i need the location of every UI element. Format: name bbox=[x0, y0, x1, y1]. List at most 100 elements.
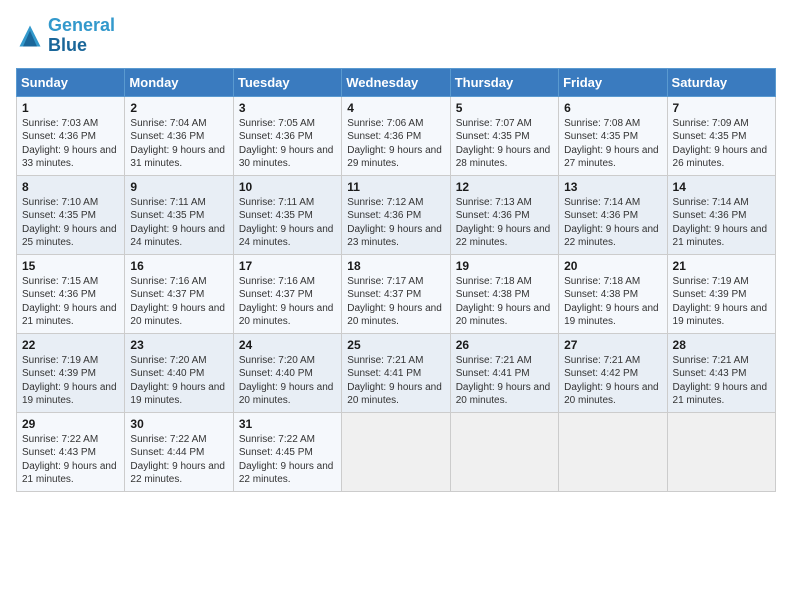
calendar-day-cell: 28 Sunrise: 7:21 AM Sunset: 4:43 PM Dayl… bbox=[667, 333, 775, 412]
calendar-day-cell: 27 Sunrise: 7:21 AM Sunset: 4:42 PM Dayl… bbox=[559, 333, 667, 412]
day-info: Sunrise: 7:22 AM Sunset: 4:45 PM Dayligh… bbox=[239, 433, 336, 487]
day-info: Sunrise: 7:22 AM Sunset: 4:44 PM Dayligh… bbox=[130, 433, 227, 487]
calendar-day-cell: 24 Sunrise: 7:20 AM Sunset: 4:40 PM Dayl… bbox=[233, 333, 341, 412]
day-number: 5 bbox=[456, 101, 553, 115]
day-info: Sunrise: 7:06 AM Sunset: 4:36 PM Dayligh… bbox=[347, 117, 444, 171]
day-info: Sunrise: 7:13 AM Sunset: 4:36 PM Dayligh… bbox=[456, 196, 553, 250]
day-number: 31 bbox=[239, 417, 336, 431]
calendar-day-cell: 19 Sunrise: 7:18 AM Sunset: 4:38 PM Dayl… bbox=[450, 254, 558, 333]
day-info: Sunrise: 7:16 AM Sunset: 4:37 PM Dayligh… bbox=[130, 275, 227, 329]
calendar-week-row: 29 Sunrise: 7:22 AM Sunset: 4:43 PM Dayl… bbox=[17, 412, 776, 491]
calendar-day-cell: 31 Sunrise: 7:22 AM Sunset: 4:45 PM Dayl… bbox=[233, 412, 341, 491]
calendar-day-cell: 21 Sunrise: 7:19 AM Sunset: 4:39 PM Dayl… bbox=[667, 254, 775, 333]
calendar-day-cell bbox=[342, 412, 450, 491]
calendar-day-cell: 12 Sunrise: 7:13 AM Sunset: 4:36 PM Dayl… bbox=[450, 175, 558, 254]
day-info: Sunrise: 7:20 AM Sunset: 4:40 PM Dayligh… bbox=[239, 354, 336, 408]
day-number: 23 bbox=[130, 338, 227, 352]
calendar-week-row: 15 Sunrise: 7:15 AM Sunset: 4:36 PM Dayl… bbox=[17, 254, 776, 333]
calendar-table: SundayMondayTuesdayWednesdayThursdayFrid… bbox=[16, 68, 776, 492]
calendar-day-cell: 13 Sunrise: 7:14 AM Sunset: 4:36 PM Dayl… bbox=[559, 175, 667, 254]
day-info: Sunrise: 7:04 AM Sunset: 4:36 PM Dayligh… bbox=[130, 117, 227, 171]
day-number: 26 bbox=[456, 338, 553, 352]
calendar-day-cell: 6 Sunrise: 7:08 AM Sunset: 4:35 PM Dayli… bbox=[559, 96, 667, 175]
day-info: Sunrise: 7:21 AM Sunset: 4:41 PM Dayligh… bbox=[456, 354, 553, 408]
day-number: 18 bbox=[347, 259, 444, 273]
calendar-day-cell: 26 Sunrise: 7:21 AM Sunset: 4:41 PM Dayl… bbox=[450, 333, 558, 412]
day-number: 3 bbox=[239, 101, 336, 115]
calendar-day-cell bbox=[667, 412, 775, 491]
day-info: Sunrise: 7:17 AM Sunset: 4:37 PM Dayligh… bbox=[347, 275, 444, 329]
day-number: 19 bbox=[456, 259, 553, 273]
day-number: 10 bbox=[239, 180, 336, 194]
day-number: 21 bbox=[673, 259, 770, 273]
day-number: 22 bbox=[22, 338, 119, 352]
calendar-day-cell bbox=[450, 412, 558, 491]
day-number: 17 bbox=[239, 259, 336, 273]
calendar-day-cell: 17 Sunrise: 7:16 AM Sunset: 4:37 PM Dayl… bbox=[233, 254, 341, 333]
calendar-day-cell: 11 Sunrise: 7:12 AM Sunset: 4:36 PM Dayl… bbox=[342, 175, 450, 254]
logo-icon bbox=[16, 22, 44, 50]
day-number: 4 bbox=[347, 101, 444, 115]
day-info: Sunrise: 7:21 AM Sunset: 4:42 PM Dayligh… bbox=[564, 354, 661, 408]
day-info: Sunrise: 7:22 AM Sunset: 4:43 PM Dayligh… bbox=[22, 433, 119, 487]
day-number: 20 bbox=[564, 259, 661, 273]
day-number: 25 bbox=[347, 338, 444, 352]
calendar-day-cell: 23 Sunrise: 7:20 AM Sunset: 4:40 PM Dayl… bbox=[125, 333, 233, 412]
calendar-day-cell: 1 Sunrise: 7:03 AM Sunset: 4:36 PM Dayli… bbox=[17, 96, 125, 175]
day-info: Sunrise: 7:07 AM Sunset: 4:35 PM Dayligh… bbox=[456, 117, 553, 171]
calendar-day-cell: 4 Sunrise: 7:06 AM Sunset: 4:36 PM Dayli… bbox=[342, 96, 450, 175]
day-info: Sunrise: 7:11 AM Sunset: 4:35 PM Dayligh… bbox=[239, 196, 336, 250]
page-header: General Blue bbox=[16, 16, 776, 56]
calendar-day-cell: 10 Sunrise: 7:11 AM Sunset: 4:35 PM Dayl… bbox=[233, 175, 341, 254]
calendar-day-cell: 16 Sunrise: 7:16 AM Sunset: 4:37 PM Dayl… bbox=[125, 254, 233, 333]
day-info: Sunrise: 7:05 AM Sunset: 4:36 PM Dayligh… bbox=[239, 117, 336, 171]
calendar-day-cell bbox=[559, 412, 667, 491]
day-number: 8 bbox=[22, 180, 119, 194]
day-info: Sunrise: 7:14 AM Sunset: 4:36 PM Dayligh… bbox=[673, 196, 770, 250]
day-number: 29 bbox=[22, 417, 119, 431]
calendar-header-row: SundayMondayTuesdayWednesdayThursdayFrid… bbox=[17, 68, 776, 96]
day-number: 16 bbox=[130, 259, 227, 273]
day-number: 28 bbox=[673, 338, 770, 352]
day-info: Sunrise: 7:16 AM Sunset: 4:37 PM Dayligh… bbox=[239, 275, 336, 329]
logo-text: General Blue bbox=[48, 16, 115, 56]
day-number: 24 bbox=[239, 338, 336, 352]
weekday-header: Monday bbox=[125, 68, 233, 96]
day-number: 15 bbox=[22, 259, 119, 273]
day-info: Sunrise: 7:12 AM Sunset: 4:36 PM Dayligh… bbox=[347, 196, 444, 250]
calendar-day-cell: 8 Sunrise: 7:10 AM Sunset: 4:35 PM Dayli… bbox=[17, 175, 125, 254]
day-number: 2 bbox=[130, 101, 227, 115]
calendar-day-cell: 14 Sunrise: 7:14 AM Sunset: 4:36 PM Dayl… bbox=[667, 175, 775, 254]
day-number: 1 bbox=[22, 101, 119, 115]
weekday-header: Thursday bbox=[450, 68, 558, 96]
day-info: Sunrise: 7:09 AM Sunset: 4:35 PM Dayligh… bbox=[673, 117, 770, 171]
calendar-body: 1 Sunrise: 7:03 AM Sunset: 4:36 PM Dayli… bbox=[17, 96, 776, 491]
calendar-day-cell: 3 Sunrise: 7:05 AM Sunset: 4:36 PM Dayli… bbox=[233, 96, 341, 175]
day-info: Sunrise: 7:19 AM Sunset: 4:39 PM Dayligh… bbox=[673, 275, 770, 329]
calendar-day-cell: 30 Sunrise: 7:22 AM Sunset: 4:44 PM Dayl… bbox=[125, 412, 233, 491]
day-info: Sunrise: 7:18 AM Sunset: 4:38 PM Dayligh… bbox=[456, 275, 553, 329]
calendar-day-cell: 15 Sunrise: 7:15 AM Sunset: 4:36 PM Dayl… bbox=[17, 254, 125, 333]
calendar-day-cell: 25 Sunrise: 7:21 AM Sunset: 4:41 PM Dayl… bbox=[342, 333, 450, 412]
calendar-day-cell: 2 Sunrise: 7:04 AM Sunset: 4:36 PM Dayli… bbox=[125, 96, 233, 175]
calendar-day-cell: 7 Sunrise: 7:09 AM Sunset: 4:35 PM Dayli… bbox=[667, 96, 775, 175]
weekday-header: Tuesday bbox=[233, 68, 341, 96]
calendar-day-cell: 29 Sunrise: 7:22 AM Sunset: 4:43 PM Dayl… bbox=[17, 412, 125, 491]
logo: General Blue bbox=[16, 16, 115, 56]
weekday-header: Saturday bbox=[667, 68, 775, 96]
calendar-day-cell: 5 Sunrise: 7:07 AM Sunset: 4:35 PM Dayli… bbox=[450, 96, 558, 175]
weekday-header: Friday bbox=[559, 68, 667, 96]
day-info: Sunrise: 7:21 AM Sunset: 4:41 PM Dayligh… bbox=[347, 354, 444, 408]
day-info: Sunrise: 7:14 AM Sunset: 4:36 PM Dayligh… bbox=[564, 196, 661, 250]
calendar-day-cell: 22 Sunrise: 7:19 AM Sunset: 4:39 PM Dayl… bbox=[17, 333, 125, 412]
day-number: 27 bbox=[564, 338, 661, 352]
day-number: 30 bbox=[130, 417, 227, 431]
calendar-day-cell: 18 Sunrise: 7:17 AM Sunset: 4:37 PM Dayl… bbox=[342, 254, 450, 333]
day-number: 9 bbox=[130, 180, 227, 194]
day-number: 7 bbox=[673, 101, 770, 115]
calendar-week-row: 8 Sunrise: 7:10 AM Sunset: 4:35 PM Dayli… bbox=[17, 175, 776, 254]
day-number: 14 bbox=[673, 180, 770, 194]
day-info: Sunrise: 7:18 AM Sunset: 4:38 PM Dayligh… bbox=[564, 275, 661, 329]
calendar-week-row: 1 Sunrise: 7:03 AM Sunset: 4:36 PM Dayli… bbox=[17, 96, 776, 175]
calendar-day-cell: 9 Sunrise: 7:11 AM Sunset: 4:35 PM Dayli… bbox=[125, 175, 233, 254]
